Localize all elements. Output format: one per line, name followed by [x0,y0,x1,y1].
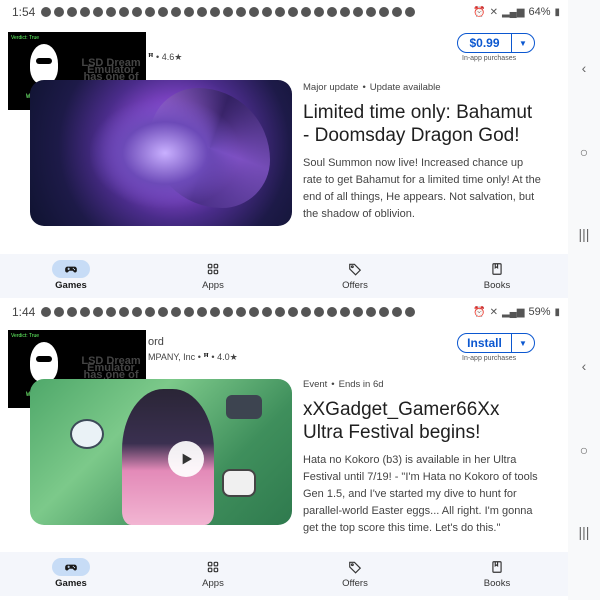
nav-books[interactable]: Books [426,552,568,596]
promo-meta: Event • Ends in 6d [303,379,384,390]
overlay-verdict: Verdict: True [11,35,40,41]
nav-offers[interactable]: Offers [284,552,426,596]
mute-icon: ✕ [489,6,498,18]
system-status-icons: ⏰ ✕ ▂▄▆ 59% ▮ [473,306,560,318]
status-bar: 1:54 ⏰ ✕ ▂▄▆ 64% ▮ [0,0,568,24]
promo-meta: Major update • Update available [303,82,441,93]
price-label[interactable]: $0.99 [458,36,511,50]
back-icon[interactable]: ‹ [576,60,592,76]
developer-rating-row: MPANY, Inc • ꟸ • 4.0★ [148,352,238,362]
battery-level: 59% [528,306,551,318]
nav-offers[interactable]: Offers [284,254,426,298]
home-icon[interactable]: ○ [576,144,592,160]
promo-type: Major update [303,82,359,93]
gamepad-icon[interactable] [52,260,90,278]
nav-books-label[interactable]: Books [484,578,510,589]
tag-icon[interactable] [336,260,374,278]
recents-icon[interactable]: ||| [576,226,592,242]
in-app-purchases-note: In-app purchases [462,55,517,62]
overlay-verdict: Verdict: True [11,333,40,339]
battery-icon: ▮ [554,6,560,18]
install-button[interactable]: Install ▼ [457,333,535,353]
face-image [30,44,58,84]
recents-icon[interactable]: ||| [576,524,592,540]
screenshot-panel-1: 1:54 ⏰ ✕ ▂▄▆ 64% ▮ Verdict: True LSD Dre… [0,0,568,300]
nav-offers-label[interactable]: Offers [342,280,368,291]
status-bar: 1:44 ⏰ ✕ ▂▄▆ 59% ▮ [0,300,568,324]
promo-description: Soul Summon now live! Increased chance u… [303,157,541,220]
battery-icon: ▮ [554,306,560,318]
status-time: 1:54 [12,5,36,19]
book-icon[interactable] [478,558,516,576]
price-button[interactable]: $0.99 ▼ [457,33,535,53]
nav-games-label[interactable]: Games [55,578,87,589]
app-title-partial: ord [148,336,164,348]
battery-level: 64% [528,6,551,18]
alarm-icon: ⏰ [473,6,486,18]
cat-robot-artwork [222,469,256,497]
nav-apps[interactable]: Apps [142,552,284,596]
nav-books[interactable]: Books [426,254,568,298]
signal-icon: ▂▄▆ [501,306,525,318]
nav-games[interactable]: Games [0,552,142,596]
mute-icon: ✕ [489,306,498,318]
home-icon[interactable]: ○ [576,442,592,458]
play-button[interactable] [168,441,204,477]
tag-icon[interactable] [336,558,374,576]
nav-apps-label[interactable]: Apps [202,578,224,589]
rating: 4.6★ [161,52,183,62]
signal-icon: ▂▄▆ [501,6,525,18]
dragon-artwork [90,98,240,208]
nav-games-label[interactable]: Games [55,280,87,291]
nav-books-label[interactable]: Books [484,280,510,291]
promo-status: Update available [369,82,441,93]
promo-title[interactable]: Limited time only: Bahamut - Doomsday Dr… [303,101,543,147]
developer-logo-icon: ꟸ [203,352,209,362]
play-icon[interactable] [178,451,194,467]
bottom-nav: Games Apps Offers Books [0,552,568,596]
rating: 4.0★ [217,352,238,362]
nav-apps[interactable]: Apps [142,254,284,298]
apps-grid-icon[interactable] [194,558,232,576]
alarm-icon: ⏰ [473,306,486,318]
face-image [30,342,58,382]
book-icon[interactable] [478,260,516,278]
promo-image-bahamut[interactable] [30,80,292,226]
chevron-down-icon[interactable]: ▼ [512,39,534,48]
screenshot-panel-2: 1:44 ⏰ ✕ ▂▄▆ 59% ▮ Verdict: True LSD Dre… [0,300,568,600]
developer-logo-icon: ꟸ [148,52,154,62]
notification-icons [41,307,467,317]
promo-video-thumbnail[interactable] [30,379,292,525]
drone-artwork [226,395,262,419]
developer-name: MPANY, Inc [148,352,196,362]
bottom-nav: Games Apps Offers Books [0,254,568,298]
developer-rating-row: ꟸ • 4.6★ [148,52,183,62]
promo-info: Major update • Update available Limited ti… [303,82,543,223]
notification-icons [41,7,467,17]
promo-info: Event • Ends in 6d xXGadget_Gamer66Xx Ultr… [303,379,543,537]
chevron-down-icon[interactable]: ▼ [512,339,534,348]
status-time: 1:44 [12,305,36,319]
apps-grid-icon[interactable] [194,260,232,278]
promo-description: Hata no Kokoro (b3) is available in her … [303,454,538,534]
system-navigation-bar: ‹ ○ ||| ‹ ○ ||| [568,0,600,600]
nav-games[interactable]: Games [0,254,142,298]
install-label[interactable]: Install [458,336,511,350]
nav-offers-label[interactable]: Offers [342,578,368,589]
system-status-icons: ⏰ ✕ ▂▄▆ 64% ▮ [473,6,560,18]
back-icon[interactable]: ‹ [576,358,592,374]
promo-type: Event [303,379,328,390]
gamepad-icon[interactable] [52,558,90,576]
in-app-purchases-note: In-app purchases [462,355,517,362]
robot-artwork [70,419,104,449]
nav-apps-label[interactable]: Apps [202,280,224,291]
promo-status: Ends in 6d [338,379,384,390]
promo-title[interactable]: xXGadget_Gamer66Xx Ultra Festival begins… [303,398,543,444]
